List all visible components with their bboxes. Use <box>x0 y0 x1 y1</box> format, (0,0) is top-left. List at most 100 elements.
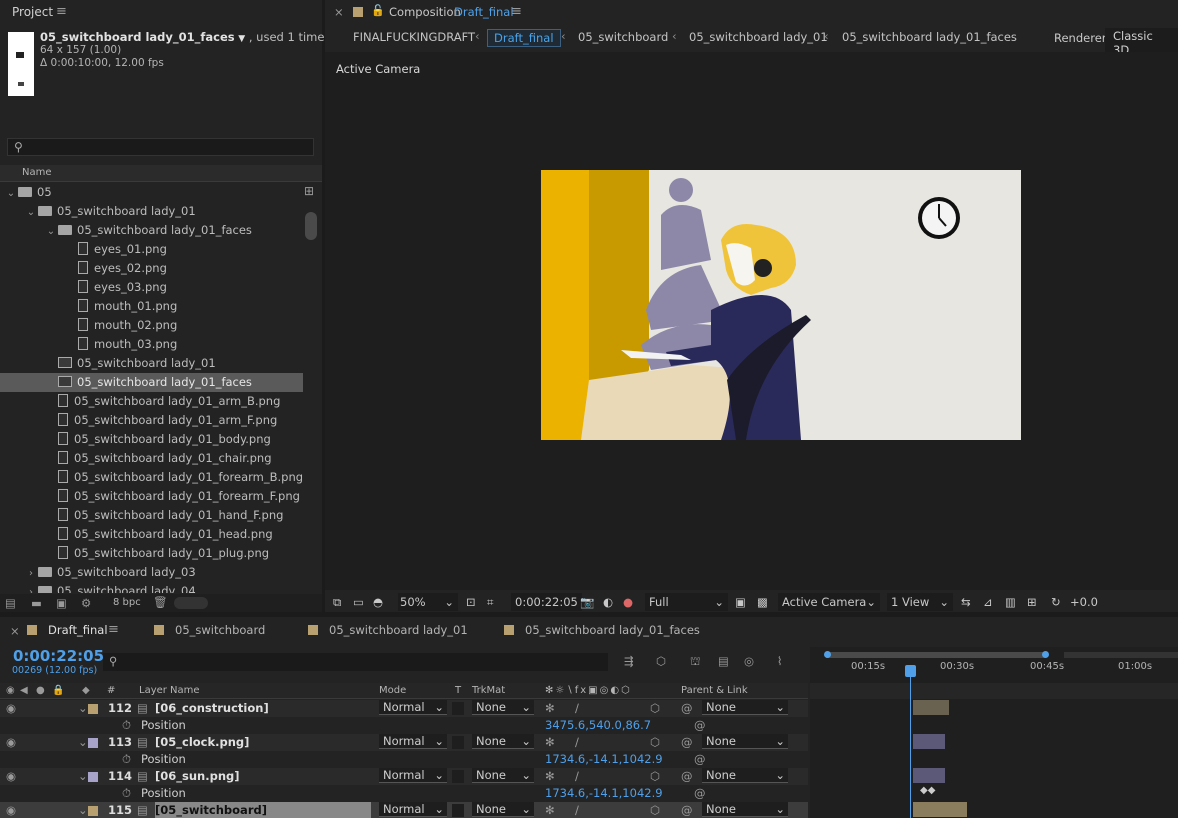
mode-dropdown[interactable]: Normal ⌄ <box>379 734 447 749</box>
pickwhip-icon[interactable]: @ <box>681 768 693 785</box>
project-item[interactable]: mouth_01.png <box>0 297 303 316</box>
breadcrumb-4[interactable]: 05_switchboard lady_01_faces <box>842 29 1017 45</box>
pickwhip-icon[interactable]: @ <box>681 734 693 751</box>
layer-bar-114[interactable] <box>913 768 945 783</box>
lock-icon[interactable]: 🔒 <box>52 683 64 699</box>
work-area-bar[interactable] <box>826 652 1046 658</box>
viewer-timecode[interactable]: 0:00:22:05 <box>511 593 582 611</box>
show-snapshot-icon[interactable]: ◐ <box>603 593 613 611</box>
chevron-down-icon[interactable]: ⌄ <box>78 700 88 717</box>
collapse-transform-icon[interactable]: ✻ <box>545 700 555 717</box>
new-composition-icon[interactable]: ▣ <box>56 596 67 610</box>
lock-icon[interactable]: 🔓 <box>371 4 385 17</box>
views-dropdown[interactable]: 1 View ⌄ <box>887 593 953 611</box>
property-row[interactable]: ⏱ Position 1734.6,-14.1,1042.9 @ <box>0 785 808 802</box>
layer-name[interactable]: [06_construction] <box>155 700 269 717</box>
graph-editor-icon[interactable]: ⌇ <box>777 654 783 668</box>
parent-dropdown[interactable]: None ⌄ <box>702 734 788 749</box>
layer-bar-113[interactable] <box>913 734 945 749</box>
current-time-indicator[interactable] <box>910 667 911 818</box>
mode-dropdown[interactable]: Normal ⌄ <box>379 700 447 715</box>
solo-icon[interactable]: ● <box>36 683 45 699</box>
project-item[interactable]: 05_switchboard lady_01_arm_B.png <box>0 392 303 411</box>
eye-icon[interactable]: ◉ <box>6 700 16 717</box>
monitor-icon[interactable]: ▭ <box>353 593 364 611</box>
chevron-down-icon[interactable]: ⌄ <box>78 768 88 785</box>
mask-visibility-icon[interactable]: ◓ <box>373 593 383 611</box>
panel-menu-icon[interactable]: ≡ <box>56 4 67 19</box>
interpret-footage-icon[interactable]: ▤ <box>5 596 16 610</box>
parent-dropdown[interactable]: None ⌄ <box>702 802 788 817</box>
panel-menu-icon[interactable]: ≡ <box>511 4 522 19</box>
parent-dropdown[interactable]: None ⌄ <box>702 768 788 783</box>
fast-previews-icon[interactable]: ⊿ <box>983 593 993 611</box>
thumbnail-slider[interactable] <box>174 597 208 609</box>
flowchart-icon[interactable]: ⊞ <box>1027 593 1037 611</box>
project-search-input[interactable]: ⚲ <box>7 138 314 156</box>
label-color-swatch[interactable] <box>353 7 363 17</box>
trkmat-dropdown[interactable]: None ⌄ <box>472 734 534 749</box>
comp-tab-prefix[interactable]: Composition <box>389 5 461 19</box>
new-folder-icon[interactable]: ▬ <box>31 596 42 610</box>
project-item[interactable]: ⌄ 05_switchboard lady_01_faces <box>0 221 303 240</box>
draft-3d-icon[interactable]: ⬡ <box>656 654 666 668</box>
chevron-down-icon[interactable]: ⌄ <box>4 184 18 203</box>
flowchart-icon[interactable]: ⊞ <box>304 184 314 198</box>
preserve-transparency-toggle[interactable] <box>452 702 464 715</box>
eye-icon[interactable]: ◉ <box>6 734 16 751</box>
layer-name-header[interactable]: Layer Name <box>139 683 200 699</box>
project-panel-title[interactable]: Project <box>12 5 53 19</box>
project-item[interactable]: 05_switchboard lady_01_forearm_F.png <box>0 487 303 506</box>
layer-label-swatch[interactable] <box>88 772 98 782</box>
trkmat-dropdown[interactable]: None ⌄ <box>472 700 534 715</box>
project-item[interactable]: mouth_03.png <box>0 335 303 354</box>
chevron-right-icon[interactable]: › <box>24 583 38 593</box>
motion-blur-icon[interactable]: ◎ <box>744 654 754 668</box>
always-preview-icon[interactable]: ⧉ <box>333 593 341 611</box>
keyframe-icon[interactable]: ◆◆ <box>920 785 935 796</box>
playhead-handle[interactable] <box>905 665 916 677</box>
mode-dropdown[interactable]: Normal ⌄ <box>379 768 447 783</box>
project-settings-icon[interactable]: ⚙ <box>81 596 91 610</box>
quality-icon[interactable]: ∕ <box>575 802 579 818</box>
chevron-down-icon[interactable]: ⌄ <box>44 222 58 241</box>
preserve-transparency-toggle[interactable] <box>452 736 464 749</box>
quality-icon[interactable]: ∕ <box>575 734 579 751</box>
pickwhip-icon[interactable]: @ <box>694 751 706 768</box>
project-item[interactable]: 05_switchboard lady_01_head.png <box>0 525 303 544</box>
composition-mini-flowchart-icon[interactable]: ⇶ <box>624 654 634 668</box>
project-item[interactable]: eyes_02.png <box>0 259 303 278</box>
quality-icon[interactable]: ∕ <box>575 700 579 717</box>
layer-bar-112[interactable] <box>913 700 949 715</box>
speaker-icon[interactable]: ◀ <box>20 683 28 699</box>
preserve-transparency-toggle[interactable] <box>452 804 464 817</box>
project-item[interactable]: 05_switchboard lady_01 <box>0 354 303 373</box>
timeline-tab-2[interactable]: 05_switchboard lady_01 <box>329 623 468 637</box>
chevron-down-icon[interactable]: ⌄ <box>24 203 38 222</box>
3d-layer-icon[interactable]: ⬡ <box>650 802 660 818</box>
project-item[interactable]: mouth_02.png <box>0 316 303 335</box>
comp-tab-name[interactable]: Draft_final <box>454 5 514 19</box>
stopwatch-icon[interactable]: ⏱ <box>122 785 131 802</box>
toggle-pixel-aspect-icon[interactable]: ⇆ <box>961 593 971 611</box>
project-item[interactable]: 05_switchboard lady_01_hand_F.png <box>0 506 303 525</box>
exposure-value[interactable]: +0.0 <box>1070 593 1098 611</box>
title-action-safe-icon[interactable]: ⊡ <box>466 593 476 611</box>
project-item[interactable]: › 05_switchboard lady_03 <box>0 563 303 582</box>
stopwatch-icon[interactable]: ⏱ <box>122 751 131 768</box>
collapse-transform-icon[interactable]: ✻ <box>545 734 555 751</box>
project-scrollbar[interactable] <box>305 212 317 240</box>
timeline-tab-3[interactable]: 05_switchboard lady_01_faces <box>525 623 700 637</box>
collapse-transform-icon[interactable]: ✻ <box>545 768 555 785</box>
column-header[interactable]: Name <box>0 165 322 182</box>
frame-blending-icon[interactable]: ▤ <box>718 654 729 668</box>
resolution-dropdown[interactable]: Full ⌄ <box>645 593 728 611</box>
layer-label-swatch[interactable] <box>88 738 98 748</box>
timeline-search-input[interactable]: ⚲ <box>103 653 608 671</box>
layer-name[interactable]: [05_switchboard] <box>155 802 371 818</box>
navigator-bar[interactable] <box>1064 652 1178 658</box>
layer-row[interactable]: ◉ ⌄ 114 ▤ [06_sun.png] Normal ⌄ None ⌄ ✻ ∕ ⬡ @ None ⌄ <box>0 768 808 785</box>
camera-dropdown[interactable]: Active Camera ⌄ <box>778 593 880 611</box>
current-timecode[interactable]: 0:00:22:05 <box>13 647 104 665</box>
zoom-dropdown[interactable]: 50% ⌄ <box>398 593 458 611</box>
